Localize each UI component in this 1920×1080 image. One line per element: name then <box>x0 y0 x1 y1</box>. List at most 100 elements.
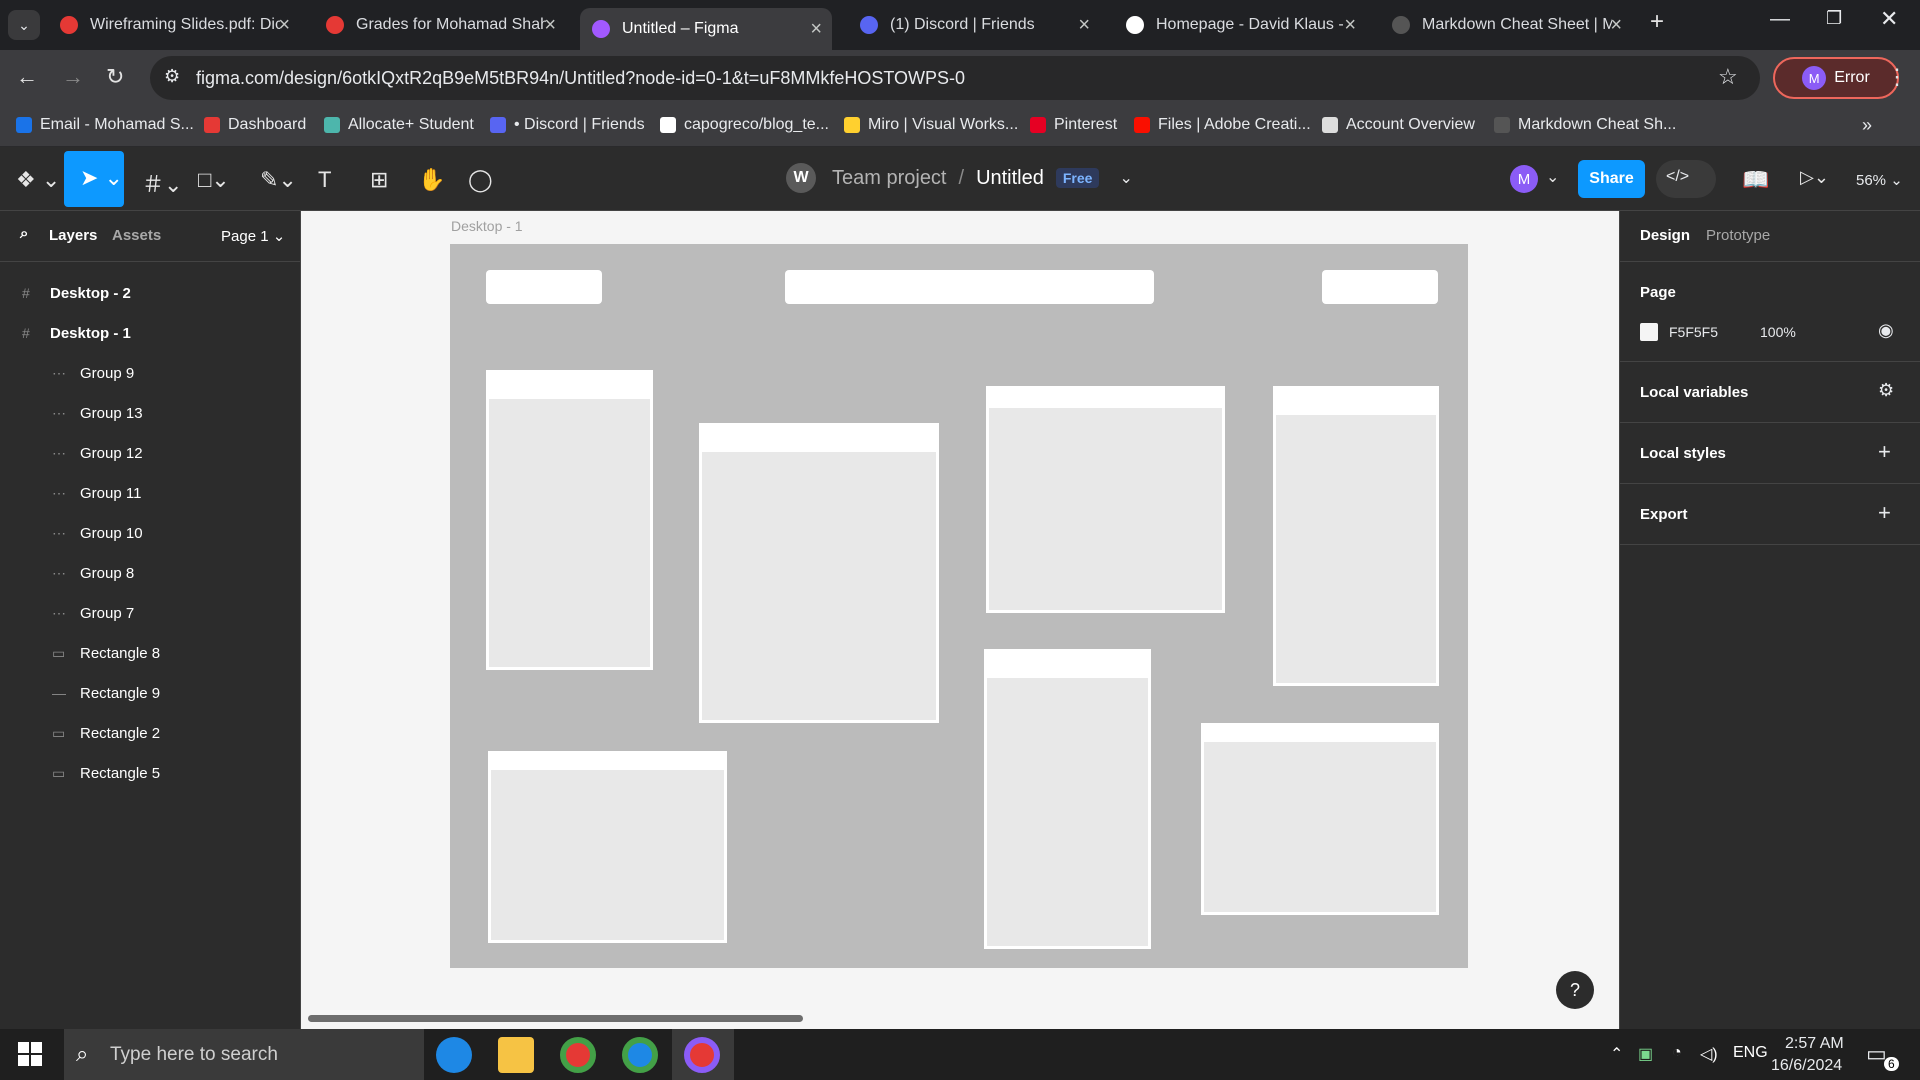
restore-button[interactable]: ❐ <box>1826 8 1842 29</box>
assets-tab[interactable]: Assets <box>112 227 161 244</box>
tab-search-button[interactable]: ⌄ <box>8 10 40 40</box>
bookmark-item[interactable]: Allocate+ Student <box>324 116 474 134</box>
layer-row[interactable]: ⋯ Group 11 <box>0 473 300 513</box>
profile-error-button[interactable]: M Error <box>1773 57 1899 99</box>
address-bar[interactable]: ⚙ figma.com/design/6otkIQxtR2qB9eM5tBR94… <box>150 56 1760 100</box>
local-variables-title[interactable]: Local variables <box>1640 384 1748 401</box>
more-bookmarks-icon[interactable]: » <box>1862 115 1872 136</box>
prototype-tab[interactable]: Prototype <box>1706 227 1770 244</box>
layer-row[interactable]: # Desktop - 2 <box>0 273 300 313</box>
close-window-button[interactable]: ✕ <box>1880 6 1898 32</box>
edge-app-icon[interactable] <box>436 1037 472 1073</box>
user-avatar[interactable]: M <box>1510 165 1538 193</box>
browser-tab[interactable]: Untitled – Figma × <box>580 8 832 50</box>
layer-row[interactable]: ⋯ Group 13 <box>0 393 300 433</box>
close-tab-icon[interactable]: × <box>1078 14 1090 37</box>
header-nav-bar[interactable] <box>785 270 1154 304</box>
layer-row[interactable]: # Desktop - 1 <box>0 313 300 353</box>
layer-row[interactable]: ⋯ Group 7 <box>0 593 300 633</box>
shape-tool-icon[interactable]: □⌄ <box>198 167 230 193</box>
minimize-button[interactable]: — <box>1770 8 1790 31</box>
wireframe-card[interactable] <box>486 370 653 670</box>
close-tab-icon[interactable]: × <box>1610 14 1622 37</box>
pen-tool-icon[interactable]: ✎⌄ <box>260 167 297 193</box>
wireframe-card[interactable] <box>1201 723 1439 915</box>
clock-date[interactable]: 16/6/2024 <box>1771 1057 1842 1075</box>
library-book-icon[interactable]: 📖 <box>1742 167 1769 193</box>
page-selector[interactable]: Page 1 ⌄ <box>221 227 285 245</box>
show-hidden-icons[interactable]: ⌃ <box>1610 1044 1623 1064</box>
header-button-box[interactable] <box>1322 270 1438 304</box>
chrome-active-icon[interactable] <box>684 1037 720 1073</box>
close-tab-icon[interactable]: × <box>1344 14 1356 37</box>
layer-row[interactable]: ⋯ Group 10 <box>0 513 300 553</box>
browser-tab[interactable]: Markdown Cheat Sheet | M × <box>1380 8 1632 42</box>
bookmark-item[interactable]: Pinterest <box>1030 116 1117 134</box>
dev-mode-toggle[interactable]: </> <box>1656 160 1716 198</box>
bookmark-item[interactable]: • Discord | Friends <box>490 116 645 134</box>
search-layers-icon[interactable]: ⌕ <box>20 225 28 242</box>
bookmark-item[interactable]: Files | Adobe Creati... <box>1134 116 1311 134</box>
layer-row[interactable]: ▭ Rectangle 5 <box>0 753 300 793</box>
close-tab-icon[interactable]: × <box>278 14 290 37</box>
zoom-level[interactable]: 56% ⌄ <box>1856 171 1903 189</box>
browser-tab[interactable]: Homepage - David Klaus - × <box>1114 8 1366 42</box>
layer-row[interactable]: — Rectangle 9 <box>0 673 300 713</box>
page-color-swatch[interactable] <box>1640 323 1658 341</box>
workspace-avatar[interactable]: W <box>786 163 816 193</box>
reload-icon[interactable]: ↻ <box>106 64 124 90</box>
desktop-frame[interactable] <box>450 244 1468 968</box>
layer-row[interactable]: ⋯ Group 12 <box>0 433 300 473</box>
file-name[interactable]: Untitled <box>976 167 1044 190</box>
help-button[interactable]: ? <box>1556 971 1594 1009</box>
wireframe-card[interactable] <box>699 423 939 723</box>
browser-tab[interactable]: Wireframing Slides.pdf: Dic × <box>48 8 300 42</box>
browser-menu-icon[interactable]: ⋮ <box>1886 64 1908 90</box>
move-tool-button[interactable]: ➤ ⌄ <box>64 151 124 207</box>
close-tab-icon[interactable]: × <box>544 14 556 37</box>
horizontal-scrollbar[interactable] <box>308 1015 803 1022</box>
battery-icon[interactable]: ▣ <box>1638 1044 1653 1064</box>
figma-main-menu-icon[interactable]: ❖ ⌄ <box>16 167 60 193</box>
file-explorer-icon[interactable] <box>498 1037 534 1073</box>
volume-icon[interactable]: ◁) <box>1700 1044 1718 1064</box>
wireframe-card[interactable] <box>984 649 1151 949</box>
browser-tab[interactable]: Grades for Mohamad Shah × <box>314 8 566 42</box>
windows-start-icon[interactable] <box>18 1042 42 1066</box>
chrome-profile-icon[interactable] <box>622 1037 658 1073</box>
share-button[interactable]: Share <box>1578 160 1645 198</box>
design-tab[interactable]: Design <box>1640 227 1690 244</box>
file-menu-chevron-icon[interactable]: ⌄ <box>1119 168 1132 188</box>
bookmark-item[interactable]: Markdown Cheat Sh... <box>1494 116 1676 134</box>
clock-time[interactable]: 2:57 AM <box>1785 1035 1844 1053</box>
chrome-app-icon[interactable] <box>560 1037 596 1073</box>
back-icon[interactable]: ← <box>16 64 38 90</box>
bookmark-item[interactable]: Miro | Visual Works... <box>844 116 1018 134</box>
visibility-eye-icon[interactable]: ◉ <box>1878 320 1894 341</box>
wireframe-card[interactable] <box>488 751 727 943</box>
bookmark-item[interactable]: Dashboard <box>204 116 306 134</box>
layers-tab[interactable]: Layers <box>49 227 97 244</box>
add-export-icon[interactable]: + <box>1878 500 1891 526</box>
bookmark-star-icon[interactable]: ☆ <box>1718 64 1738 90</box>
header-logo-box[interactable] <box>486 270 602 304</box>
taskbar-search-box[interactable]: ⌕ Type here to search <box>64 1029 424 1080</box>
layer-row[interactable]: ⋯ Group 8 <box>0 553 300 593</box>
close-tab-icon[interactable]: × <box>810 18 822 41</box>
layer-row[interactable]: ▭ Rectangle 2 <box>0 713 300 753</box>
bookmark-item[interactable]: Account Overview <box>1322 116 1475 134</box>
wireframe-card[interactable] <box>1273 386 1439 686</box>
present-play-icon[interactable]: ▷⌄ <box>1800 167 1829 188</box>
new-tab-button[interactable]: + <box>1650 8 1664 36</box>
project-name[interactable]: Team project <box>832 167 947 190</box>
site-info-icon[interactable]: ⚙ <box>164 66 180 87</box>
avatar-menu-chevron-icon[interactable]: ⌄ <box>1546 167 1559 187</box>
language-indicator[interactable]: ENG <box>1733 1044 1768 1062</box>
text-tool-icon[interactable]: T <box>318 167 331 193</box>
wireframe-card[interactable] <box>986 386 1225 613</box>
design-canvas[interactable]: Desktop - 1 ? <box>301 211 1619 1029</box>
frame-label[interactable]: Desktop - 1 <box>451 218 523 234</box>
browser-tab[interactable]: (1) Discord | Friends × <box>848 8 1100 42</box>
hand-tool-icon[interactable]: ✋ <box>418 167 445 193</box>
layer-row[interactable]: ⋯ Group 9 <box>0 353 300 393</box>
